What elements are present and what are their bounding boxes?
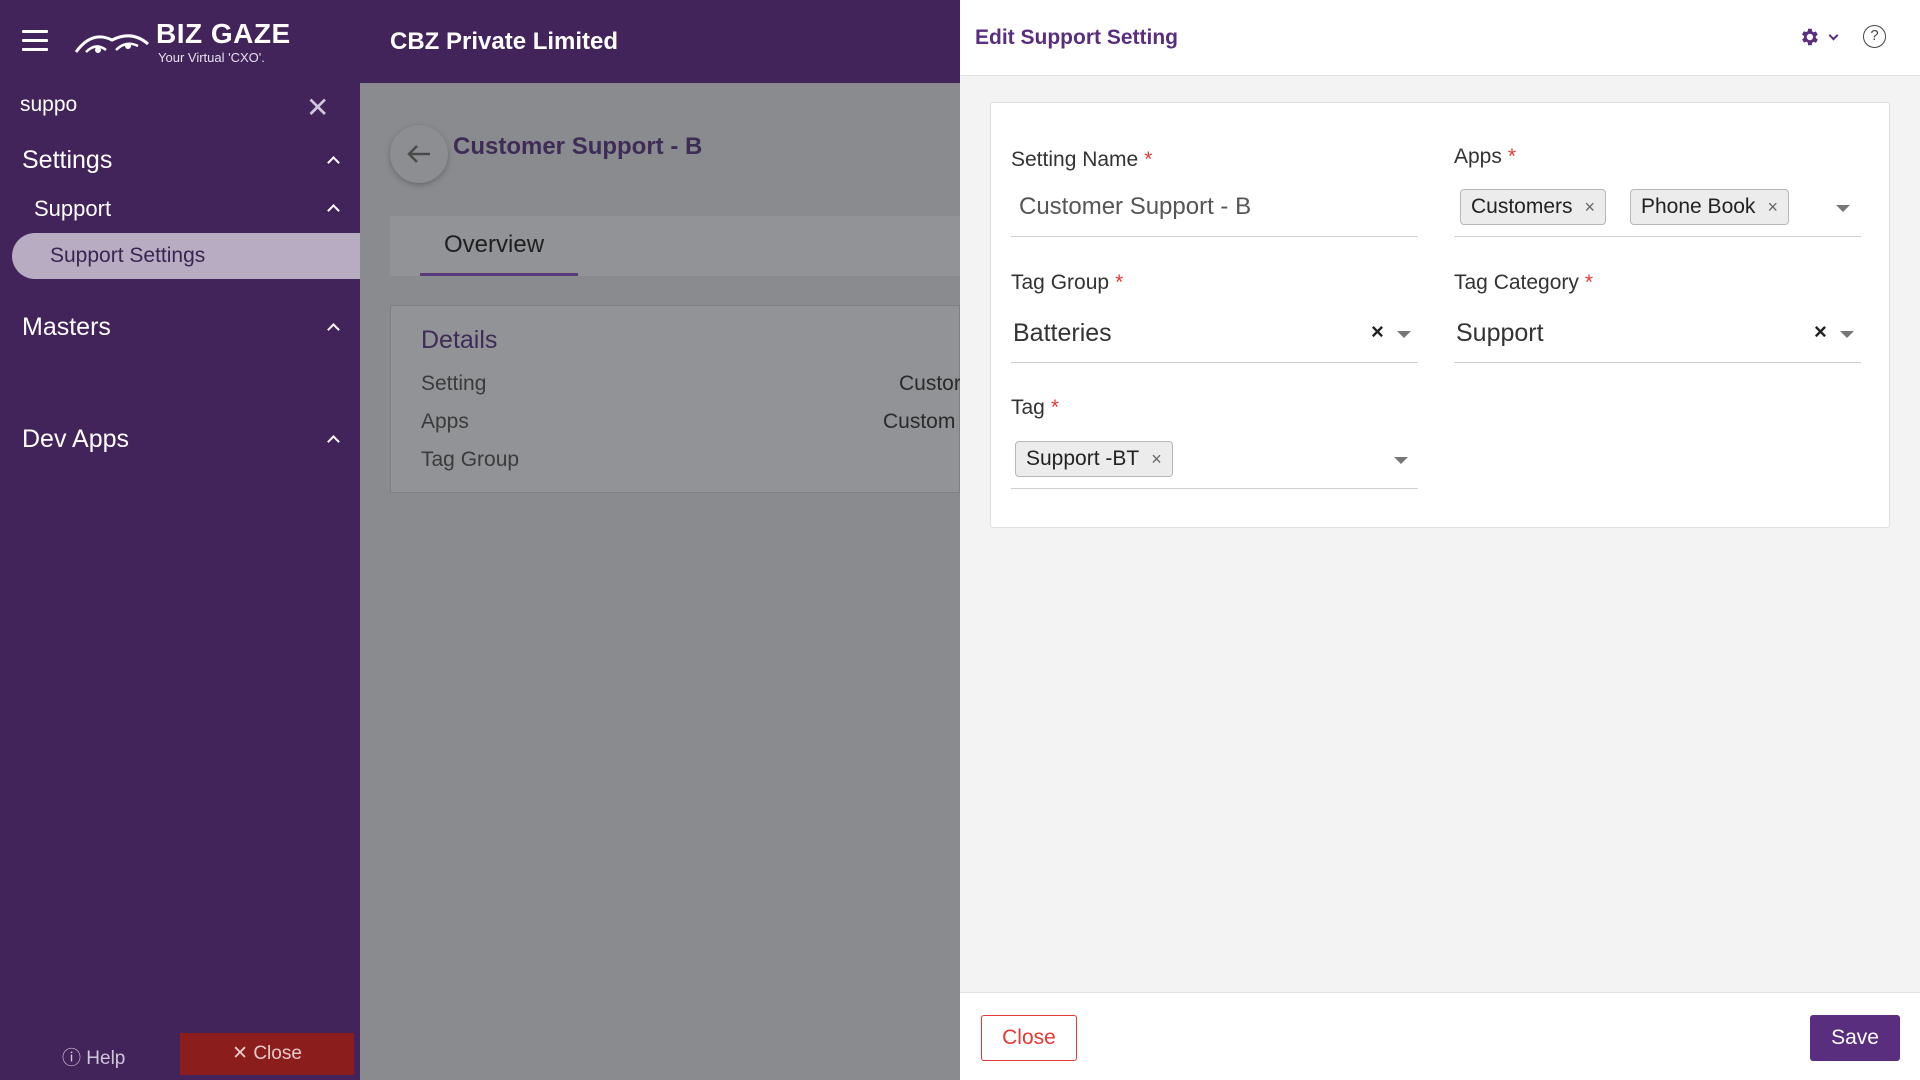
tag-category-value: Support [1456,319,1544,347]
sidebar-item-label: Support [34,196,112,221]
app-chip[interactable]: Phone Book × [1630,189,1789,225]
chip-remove-icon[interactable]: × [1767,197,1778,217]
sidebar-item-dev-apps[interactable]: Dev Apps [0,417,360,461]
close-icon[interactable]: ✕ [306,91,329,124]
logo-eyes-icon [74,34,149,53]
help-button[interactable]: ⓘ Help [62,1043,125,1070]
edit-panel: Edit Support Setting ? Setting Name * Cus… [960,0,1920,1080]
chevron-down-icon[interactable] [1828,30,1839,41]
panel-title: Edit Support Setting [975,26,1178,49]
sidebar: suppo ✕ Settings Support Support Setting… [0,83,360,1080]
tag-label: Tag * [1011,396,1059,420]
sidebar-item-label: Masters [22,313,111,341]
close-label: Close [253,1043,302,1064]
back-button[interactable] [390,125,448,183]
chip-label: Phone Book [1641,195,1756,218]
tag-category-select[interactable]: Support × [1454,307,1861,363]
sidebar-item-label: Support Settings [50,244,206,267]
tab-label: Overview [444,231,545,258]
setting-name-field[interactable]: Customer Support - B [1011,181,1418,237]
logo: BIZ GAZE Your Virtual 'CXO'. [72,18,292,66]
chevron-up-icon [327,323,340,336]
sidebar-item-settings[interactable]: Settings [0,138,360,182]
sidebar-item-masters[interactable]: Masters [0,305,360,349]
detail-label: Apps [421,410,469,433]
tag-category-label: Tag Category * [1454,271,1593,295]
detail-value: Custor [899,372,961,395]
logo-text: BIZ GAZE [156,18,291,49]
help-label: Help [86,1048,126,1069]
chevron-up-icon [327,156,340,169]
chevron-up-icon [327,435,340,448]
main-content: Customer Support - B Overview Details Se… [360,83,961,1080]
gear-icon[interactable] [1798,26,1820,48]
logo-tagline: Your Virtual 'CXO'. [158,50,265,65]
arrow-left-icon [407,145,430,163]
detail-label: Tag Group [421,448,520,471]
tag-group-select[interactable]: Batteries × [1011,307,1418,363]
clear-icon[interactable]: × [1814,319,1827,345]
setting-name-value: Customer Support - B [1019,193,1252,220]
page-title: Customer Support - B [453,133,703,160]
sidebar-item-support[interactable]: Support [0,188,360,228]
chevron-up-icon [327,204,340,217]
label-text: Tag Category [1454,271,1579,294]
label-text: Setting Name [1011,148,1139,171]
close-button[interactable]: Close [981,1015,1077,1061]
close-icon: ✕ [232,1043,249,1064]
chip-remove-icon[interactable]: × [1585,197,1596,217]
apps-multiselect[interactable]: Customers × Phone Book × [1454,181,1861,237]
tag-chip[interactable]: Support -BT × [1015,441,1173,477]
details-title: Details [421,326,498,354]
chip-label: Customers [1471,195,1573,218]
dropdown-caret-icon[interactable] [1840,331,1854,338]
label-text: Tag [1011,396,1045,419]
form-card: Setting Name * Customer Support - B Apps *… [990,102,1890,528]
clear-icon[interactable]: × [1371,319,1384,345]
required-mark: * [1144,148,1153,171]
panel-footer: Close Save [960,992,1920,1080]
tag-group-value: Batteries [1013,319,1112,347]
dropdown-caret-icon[interactable] [1836,205,1850,212]
required-mark: * [1050,396,1060,419]
dropdown-caret-icon[interactable] [1397,331,1411,338]
required-mark: * [1507,145,1517,168]
setting-name-label: Setting Name * [1011,148,1152,172]
menu-icon[interactable] [22,30,48,52]
chip-label: Support -BT [1026,447,1140,470]
sidebar-search-input[interactable]: suppo [20,93,330,123]
help-icon[interactable]: ? [1863,25,1886,48]
details-card: Details Setting Custor Apps Custom Tag G… [390,305,961,493]
company-name: CBZ Private Limited [390,28,619,55]
save-button[interactable]: Save [1810,1015,1900,1061]
dropdown-caret-icon[interactable] [1394,457,1408,464]
apps-label: Apps * [1454,145,1516,169]
app-chip[interactable]: Customers × [1460,189,1607,225]
sidebar-item-label: Dev Apps [22,425,130,453]
label-text: Tag Group [1011,271,1110,294]
sidebar-close-button[interactable]: ✕ Close [180,1033,354,1075]
tab-bar: Overview [390,216,960,276]
chip-remove-icon[interactable]: × [1151,449,1162,469]
detail-value: Custom [883,410,956,433]
required-mark: * [1584,271,1594,294]
tag-group-label: Tag Group * [1011,271,1123,295]
sidebar-item-support-settings[interactable]: Support Settings [12,233,360,279]
tag-multiselect[interactable]: Support -BT × [1011,433,1418,489]
required-mark: * [1115,271,1124,294]
detail-label: Setting [421,372,487,395]
label-text: Apps [1454,145,1502,168]
help-icon: ⓘ [62,1048,82,1069]
tab-overview[interactable]: Overview [420,216,578,276]
panel-header: Edit Support Setting ? [960,0,1920,76]
sidebar-item-label: Settings [22,146,113,174]
